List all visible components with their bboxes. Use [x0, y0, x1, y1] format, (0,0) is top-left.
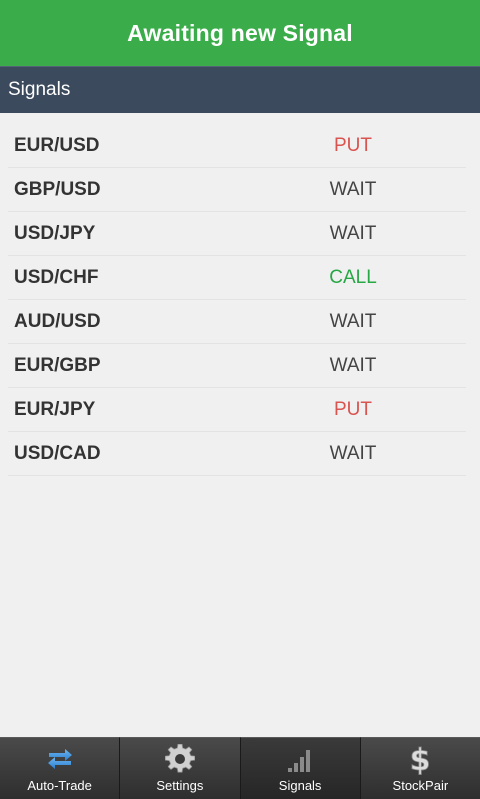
- tab-label: Settings: [156, 778, 204, 793]
- app-screen: Awaiting new Signal Signals EUR/USD PUT …: [0, 0, 480, 799]
- tab-label: Signals: [278, 778, 322, 793]
- status-banner: Awaiting new Signal: [0, 0, 480, 66]
- swap-arrows-icon: [0, 744, 119, 774]
- signal-row[interactable]: EUR/GBP WAIT: [8, 344, 466, 388]
- tab-stockpair[interactable]: $ StockPair: [360, 737, 480, 799]
- dollar-icon: $: [361, 743, 480, 775]
- signal-row[interactable]: EUR/USD PUT: [8, 124, 466, 168]
- signal-row[interactable]: EUR/JPY PUT: [8, 388, 466, 432]
- section-header: Signals: [0, 66, 480, 113]
- tab-signals[interactable]: Signals: [240, 737, 361, 799]
- bottom-tab-bar: Auto-Trade Settings Signals $ StockPair: [0, 737, 480, 799]
- signal-status: WAIT: [329, 311, 377, 332]
- currency-pair: USD/JPY: [14, 223, 96, 244]
- signal-status: WAIT: [329, 443, 377, 464]
- signal-status: PUT: [334, 135, 372, 156]
- currency-pair: AUD/USD: [14, 311, 101, 332]
- signal-bars-icon: [241, 744, 360, 774]
- currency-pair: GBP/USD: [14, 179, 101, 200]
- currency-pair: EUR/JPY: [14, 399, 96, 420]
- signal-row[interactable]: USD/CHF CALL: [8, 256, 466, 300]
- gear-icon: [120, 744, 239, 774]
- signal-row[interactable]: AUD/USD WAIT: [8, 300, 466, 344]
- currency-pair: USD/CAD: [14, 443, 101, 464]
- signal-row[interactable]: GBP/USD WAIT: [8, 168, 466, 212]
- signal-status: CALL: [329, 267, 377, 288]
- signal-status: WAIT: [329, 355, 377, 376]
- signal-status: WAIT: [329, 179, 377, 200]
- section-title: Signals: [8, 79, 71, 100]
- signal-row[interactable]: USD/CAD WAIT: [8, 432, 466, 476]
- signal-list: EUR/USD PUT GBP/USD WAIT USD/JPY WAIT US…: [0, 124, 480, 476]
- svg-text:$: $: [410, 743, 431, 775]
- currency-pair: USD/CHF: [14, 267, 99, 288]
- tab-label: StockPair: [392, 778, 449, 793]
- signal-status: WAIT: [329, 223, 377, 244]
- signal-status: PUT: [334, 399, 372, 420]
- tab-label: Auto-Trade: [27, 778, 92, 793]
- banner-title: Awaiting new Signal: [127, 19, 353, 46]
- currency-pair: EUR/GBP: [14, 355, 101, 376]
- currency-pair: EUR/USD: [14, 135, 100, 156]
- signal-row[interactable]: USD/JPY WAIT: [8, 212, 466, 256]
- tab-auto-trade[interactable]: Auto-Trade: [0, 737, 121, 799]
- tab-settings[interactable]: Settings: [120, 737, 241, 799]
